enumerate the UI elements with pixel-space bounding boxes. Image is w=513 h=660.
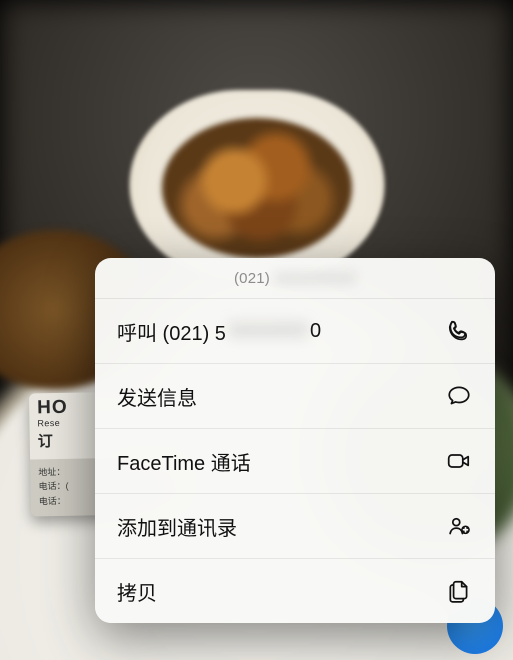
video-icon	[445, 447, 473, 475]
menu-item-add-contact[interactable]: 添加到通讯录	[95, 493, 495, 558]
copy-icon	[445, 577, 473, 605]
add-contact-icon	[445, 512, 473, 540]
facetime-label: FaceTime 通话	[117, 447, 445, 476]
menu-item-facetime[interactable]: FaceTime 通话	[95, 428, 495, 493]
menu-title: (021) XXXXXXXX	[95, 258, 495, 298]
menu-item-message[interactable]: 发送信息	[95, 363, 495, 428]
menu-title-prefix: (021)	[234, 270, 270, 287]
message-icon	[445, 382, 473, 410]
add-contact-label: 添加到通讯录	[117, 512, 445, 541]
message-label: 发送信息	[117, 382, 445, 411]
context-menu: (021) XXXXXXXX 呼叫 (021) 5 XXXXXX 0 发送信息 …	[95, 258, 495, 623]
menu-title-redacted: XXXXXXXX	[274, 270, 356, 287]
menu-item-copy[interactable]: 拷贝	[95, 558, 495, 623]
copy-label: 拷贝	[117, 577, 445, 606]
call-label-prefix: 呼叫 (021) 5	[117, 317, 226, 346]
call-label-redacted: XXXXXX	[228, 320, 308, 343]
menu-item-call[interactable]: 呼叫 (021) 5 XXXXXX 0	[95, 298, 495, 363]
phone-icon	[445, 317, 473, 345]
call-label-suffix: 0	[310, 320, 321, 343]
